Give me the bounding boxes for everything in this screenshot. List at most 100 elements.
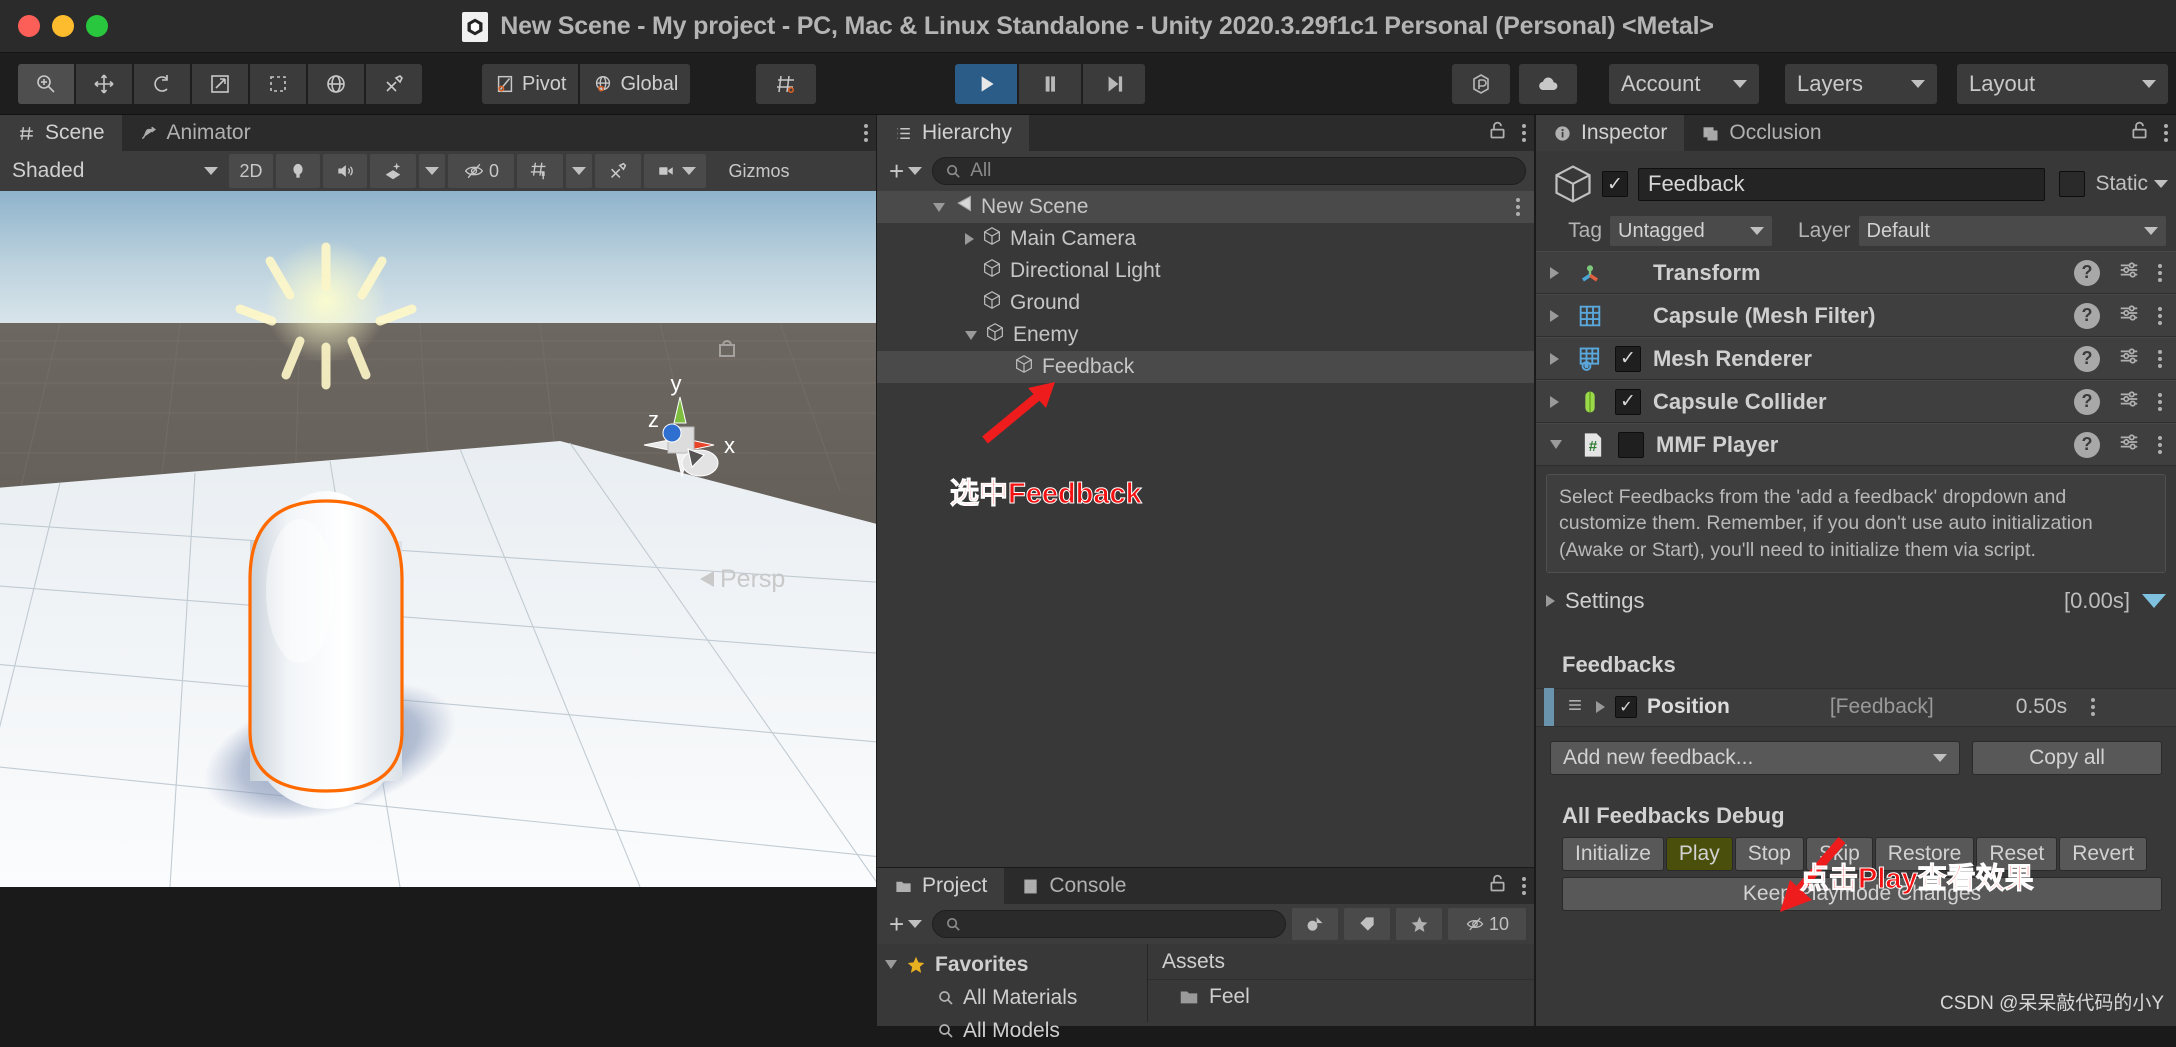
chevron-down-icon[interactable]: [933, 202, 945, 212]
tab-hierarchy[interactable]: Hierarchy: [877, 115, 1029, 151]
tab-project[interactable]: Project: [877, 868, 1005, 904]
gizmos-button[interactable]: Gizmos: [709, 154, 809, 188]
component-row-mesh-renderer[interactable]: ✓ Mesh Renderer?: [1536, 337, 2176, 380]
grid-dropdown-button[interactable]: [566, 154, 592, 188]
rect-tool-button[interactable]: [250, 64, 306, 104]
hand-tool-button[interactable]: [18, 64, 74, 104]
chevron-right-icon[interactable]: [1550, 395, 1559, 408]
hierarchy-item-ground[interactable]: Ground: [877, 287, 1534, 319]
project-hidden-count-button[interactable]: 10: [1448, 908, 1526, 940]
move-tool-button[interactable]: [76, 64, 132, 104]
component-row-mmf-player[interactable]: # MMF Player?: [1536, 423, 2176, 466]
debug-button-initialize[interactable]: Initialize: [1562, 836, 1664, 871]
scene-visibility-button[interactable]: 0: [448, 154, 514, 188]
component-tools-button[interactable]: [595, 154, 641, 188]
hierarchy-item-main-camera[interactable]: Main Camera: [877, 223, 1534, 255]
project-menu-icon[interactable]: [1522, 877, 1526, 895]
rotate-tool-button[interactable]: [134, 64, 190, 104]
component-menu-icon[interactable]: [2158, 263, 2162, 282]
tab-animator[interactable]: Animator: [122, 115, 268, 151]
play-button[interactable]: [955, 64, 1017, 104]
project-add-button[interactable]: +: [885, 909, 926, 940]
add-new-feedback-dropdown[interactable]: Add new feedback...: [1550, 740, 1960, 775]
help-icon[interactable]: ?: [2074, 302, 2100, 329]
chevron-down-icon[interactable]: [1550, 440, 1562, 449]
debug-button-revert[interactable]: Revert: [2059, 836, 2148, 871]
chevron-right-icon[interactable]: [1596, 701, 1605, 714]
asset-item-feel[interactable]: Feel: [1148, 980, 1534, 1013]
feedback-menu-icon[interactable]: [2091, 698, 2096, 717]
tab-occlusion[interactable]: Occlusion: [1684, 115, 1838, 151]
scene-context-menu-icon[interactable]: [1516, 198, 1520, 216]
inspector-menu-icon[interactable]: [2164, 124, 2168, 142]
tab-scene[interactable]: Scene: [0, 115, 122, 151]
favorites-item-all-models[interactable]: All Models: [877, 1014, 1147, 1047]
favorites-item-all-materials[interactable]: All Materials: [877, 981, 1147, 1014]
help-icon[interactable]: ?: [2074, 259, 2100, 286]
hierarchy-item-new-scene[interactable]: New Scene: [877, 191, 1534, 223]
component-enabled-checkbox[interactable]: ✓: [1615, 345, 1641, 372]
settings-foldout[interactable]: Settings [0.00s]: [1536, 581, 2176, 621]
hierarchy-item-enemy[interactable]: Enemy: [877, 319, 1534, 351]
step-button[interactable]: [1083, 64, 1145, 104]
hierarchy-item-directional-light[interactable]: Directional Light: [877, 255, 1534, 287]
component-menu-icon[interactable]: [2158, 349, 2162, 368]
audio-toggle-button[interactable]: [323, 154, 367, 188]
component-enabled-checkbox[interactable]: [1618, 431, 1644, 458]
favorites-root[interactable]: Favorites: [877, 948, 1147, 981]
component-enabled-checkbox[interactable]: ✓: [1615, 388, 1641, 415]
toggle-2d-button[interactable]: 2D: [229, 154, 273, 188]
debug-button-play[interactable]: Play: [1665, 836, 1733, 871]
preset-icon[interactable]: [2116, 431, 2142, 458]
filter-by-type-icon[interactable]: [1292, 908, 1338, 940]
chevron-right-icon[interactable]: [1550, 266, 1559, 279]
layer-dropdown[interactable]: Default: [1858, 216, 2166, 246]
effects-dropdown-button[interactable]: [419, 154, 445, 188]
gameobject-enabled-checkbox[interactable]: ✓: [1602, 171, 1628, 197]
scale-tool-button[interactable]: [192, 64, 248, 104]
gameobject-name-input[interactable]: Feedback: [1638, 167, 2046, 201]
chevron-right-icon[interactable]: [1550, 352, 1559, 365]
preset-icon[interactable]: [2116, 259, 2142, 286]
cloud-button[interactable]: [1519, 64, 1577, 104]
hierarchy-add-button[interactable]: +: [885, 156, 926, 187]
lighting-toggle-button[interactable]: [276, 154, 320, 188]
global-toggle-button[interactable]: Global: [580, 64, 691, 104]
filter-by-label-icon[interactable]: [1344, 908, 1390, 940]
lock-icon[interactable]: [2129, 120, 2150, 146]
component-menu-icon[interactable]: [2158, 435, 2162, 454]
custom-tool-button[interactable]: [366, 64, 422, 104]
help-icon[interactable]: ?: [2074, 388, 2100, 415]
layers-dropdown[interactable]: Layers: [1785, 64, 1937, 104]
help-icon[interactable]: ?: [2074, 345, 2100, 372]
static-checkbox[interactable]: [2059, 171, 2086, 197]
account-dropdown[interactable]: Account: [1609, 64, 1759, 104]
drag-handle-icon[interactable]: [1564, 695, 1586, 720]
grid-visibility-button[interactable]: [517, 154, 563, 188]
pause-button[interactable]: [1019, 64, 1081, 104]
debug-button-stop[interactable]: Stop: [1734, 836, 1804, 871]
transform-tool-button[interactable]: [308, 64, 364, 104]
chevron-down-icon[interactable]: [965, 330, 977, 340]
project-search-input[interactable]: [932, 910, 1286, 938]
preset-icon[interactable]: [2116, 345, 2142, 372]
hierarchy-search-input[interactable]: All: [932, 157, 1526, 185]
feedback-enabled-checkbox[interactable]: ✓: [1615, 696, 1637, 719]
preset-icon[interactable]: [2116, 388, 2142, 415]
grid-snap-button[interactable]: [756, 64, 816, 104]
scene-menu-icon[interactable]: [864, 124, 868, 142]
component-menu-icon[interactable]: [2158, 392, 2162, 411]
component-row-capsule-mesh-filter[interactable]: Capsule (Mesh Filter)?: [1536, 294, 2176, 337]
chevron-down-icon[interactable]: [2154, 180, 2168, 188]
favorite-star-icon[interactable]: [1396, 908, 1442, 940]
settings-dropdown-icon[interactable]: [2142, 593, 2166, 608]
lock-icon[interactable]: [1487, 873, 1508, 899]
scene-viewport[interactable]: y x z Persp: [0, 191, 876, 887]
lock-icon[interactable]: [1487, 120, 1508, 146]
collab-button[interactable]: [1452, 64, 1510, 104]
component-row-transform[interactable]: Transform?: [1536, 251, 2176, 294]
feedback-row-position[interactable]: ✓ Position [Feedback] 0.50s: [1536, 688, 2176, 727]
tab-console[interactable]: Console: [1004, 868, 1143, 904]
chevron-right-icon[interactable]: [1550, 309, 1559, 322]
layout-dropdown[interactable]: Layout: [1957, 64, 2168, 104]
